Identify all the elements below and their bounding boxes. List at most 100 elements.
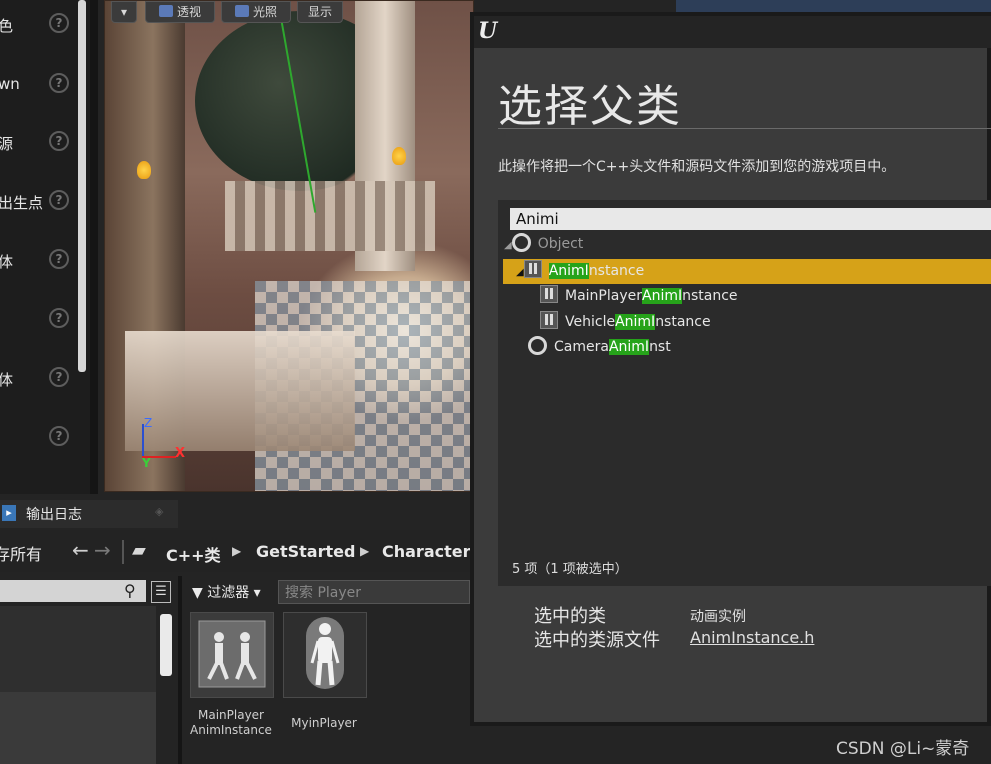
output-log-icon: ▸ [2, 505, 16, 521]
class-search-input[interactable]: Animi [510, 208, 991, 230]
help-icon[interactable]: ? [49, 426, 69, 446]
help-icon[interactable]: ? [49, 367, 69, 387]
save-all-button[interactable]: 存所有 [0, 541, 42, 565]
forward-arrow-icon[interactable]: → [94, 538, 111, 562]
property-row: 体 ? [0, 246, 80, 276]
anim-instance-icon [198, 620, 266, 688]
gizmo-y-label: Y [142, 456, 151, 470]
sources-tree-selected-area [0, 692, 156, 764]
property-row: wn ? [0, 70, 80, 100]
selected-class-label: 选中的类 [534, 606, 606, 627]
class-name-match: AnimI [608, 339, 650, 355]
lamp-icon [137, 161, 151, 179]
dialog-heading: 选择父类 [498, 81, 682, 132]
help-icon[interactable]: ? [49, 131, 69, 151]
collapse-arrow-icon[interactable]: ◢ [516, 267, 524, 278]
class-name-prefix: Vehicle [565, 314, 616, 330]
folder-icon[interactable]: ▰ [132, 540, 146, 561]
gizmo-z-label: Z [144, 416, 153, 430]
panel-splitter[interactable] [90, 0, 98, 494]
class-name: Object [537, 236, 584, 252]
class-name-suffix: nstance [655, 314, 711, 330]
pin-icon[interactable]: ◈ [155, 505, 163, 518]
property-label: 体 [0, 253, 14, 271]
property-label: 色 [0, 17, 14, 35]
filter-label: 过滤器 [207, 585, 250, 601]
dialog-description: 此操作将把一个C++头文件和源码文件添加到您的游戏项目中。 [498, 159, 896, 175]
class-name-prefix: MainPlayer [565, 288, 642, 304]
selected-class-value: 动画实例 [690, 609, 746, 625]
tree-row-object[interactable]: ◢ Object [504, 232, 583, 256]
tree-row-sibling[interactable]: CameraAnimInst [528, 335, 671, 359]
perspective-button[interactable]: 透视 [145, 1, 215, 23]
item-count: 5 项（1 项被选中） [512, 562, 628, 577]
output-log-title: 输出日志 [26, 507, 82, 523]
sources-scrollbar[interactable] [160, 614, 172, 676]
search-icon[interactable]: ⚲ [124, 581, 136, 600]
toolbar-divider [122, 540, 124, 564]
property-label: wn [0, 75, 20, 93]
asset-search-input[interactable]: 搜索 Player [278, 580, 470, 604]
back-arrow-icon[interactable]: ← [72, 538, 89, 562]
asset-name-line: MainPlayer [198, 708, 264, 722]
chevron-right-icon[interactable]: ▶ [232, 544, 241, 558]
asset-tile[interactable] [283, 612, 367, 698]
gizmo-x-label: X [175, 446, 186, 461]
class-name-match: AnimI [548, 263, 589, 279]
class-name-suffix: nstance [682, 288, 738, 304]
asset-name: MyinPlayer [291, 716, 357, 730]
show-button[interactable]: 显示 [297, 1, 343, 23]
property-label: 源 [0, 135, 14, 153]
object-class-icon [528, 336, 547, 355]
selected-file-label: 选中的类源文件 [534, 630, 660, 651]
details-scrollbar[interactable] [78, 0, 86, 372]
asset-name: MainPlayer AnimInstance [181, 708, 281, 738]
help-icon[interactable]: ? [49, 190, 69, 210]
tree-row-child[interactable]: VehicleAnimInstance [540, 310, 711, 334]
scene-step [125, 331, 355, 451]
chevron-right-icon[interactable]: ▶ [360, 544, 369, 558]
tree-row-animinstance[interactable]: ◢ AnimInstance [516, 259, 644, 283]
breadcrumb-item[interactable]: Characters [382, 542, 480, 561]
tree-row-child[interactable]: MainPlayerAnimInstance [540, 284, 738, 308]
anim-class-icon [523, 260, 542, 278]
property-label: 体 [0, 371, 14, 389]
selected-file-link[interactable]: AnimInstance.h [690, 628, 814, 647]
filter-button[interactable]: ▼ 过滤器 ▾ [192, 582, 261, 602]
dialog-titlebar[interactable] [474, 16, 991, 48]
help-icon[interactable]: ? [49, 308, 69, 328]
property-row: 体 ? [0, 364, 80, 394]
filter-icon: ▼ [192, 585, 203, 601]
asset-tile[interactable] [190, 612, 274, 698]
asset-name-line: AnimInstance [190, 723, 272, 737]
property-row: ? [0, 423, 80, 453]
class-name-match: AnimI [615, 314, 656, 330]
object-class-icon [511, 233, 531, 252]
heading-divider [498, 128, 991, 129]
property-row: 出生点 ? [0, 187, 80, 217]
viewport-options-button[interactable]: ▾ [111, 1, 137, 23]
lit-button[interactable]: 光照 [221, 1, 291, 23]
scene-balustrade [225, 181, 435, 251]
property-row: 色 ? [0, 10, 80, 40]
sphere-icon [234, 5, 249, 17]
collapse-arrow-icon[interactable]: ◢ [504, 240, 512, 251]
class-name-suffix: nstance [588, 263, 645, 279]
property-row: 源 ? [0, 128, 80, 158]
list-view-icon[interactable]: ☰ [151, 581, 171, 603]
help-icon[interactable]: ? [49, 249, 69, 269]
perspective-label: 透视 [176, 5, 201, 19]
breadcrumb-item[interactable]: C++类 [166, 542, 221, 566]
property-row: ? [0, 305, 80, 335]
show-label: 显示 [307, 5, 332, 19]
unreal-logo-icon: U [478, 18, 498, 44]
anim-class-icon [540, 311, 558, 329]
level-viewport[interactable]: ▾ 透视 光照 显示 [104, 0, 474, 492]
class-name-suffix: nst [649, 339, 671, 355]
breadcrumb-item[interactable]: GetStarted [256, 542, 355, 561]
help-icon[interactable]: ? [49, 13, 69, 33]
help-icon[interactable]: ? [49, 73, 69, 93]
property-label: 出生点 [0, 194, 44, 212]
lit-label: 光照 [252, 5, 277, 19]
class-picker-panel [498, 200, 991, 586]
